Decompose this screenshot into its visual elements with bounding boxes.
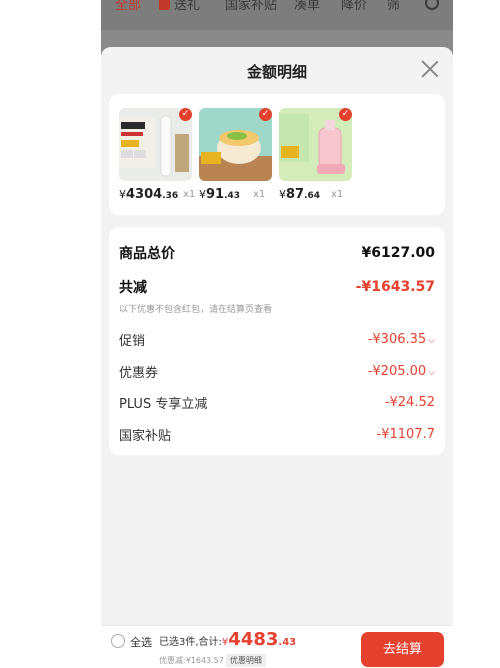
product-item[interactable]: ✓ ¥4304.36 x1 [109,108,195,208]
select-all-label[interactable]: 全选 [130,634,152,650]
row-national-subsidy: 国家补贴 -¥1107.7 [119,425,435,444]
discount-note: 以下优惠不包含红包，请在结算页查看 [119,305,273,315]
coupon-label: 优惠券 [119,366,159,381]
plus-discount-label: PLUS 专享立减 [119,397,208,412]
chevron-down-icon: ⌵ [428,336,435,346]
checkout-bar: 全选 已选3件,合计:¥4483.43 优惠减:¥1643.57 优惠明细 去结算 [101,625,453,668]
top-category-nav: 全部 送礼 国家补贴 凑单 降价 筛 [101,0,453,22]
total-reduction-label: 共减 [119,280,147,296]
product-image-tower-fan: ✓ [119,108,192,181]
tab-add-on[interactable]: 凑单 [294,0,320,13]
row-promotion[interactable]: 促销 -¥306.35 ⌵ [119,330,435,349]
selected-count-label: 已选3件,合计: [159,637,222,648]
product-price: ¥91.43 [199,187,241,202]
product-item[interactable]: ✓ ¥91.43 x1 [189,108,272,208]
product-price: ¥87.64 [279,187,321,202]
product-image-electric-cooker: ✓ [199,108,272,181]
national-subsidy-value: -¥1107.7 [376,427,435,442]
selected-total: 已选3件,合计:¥4483.43 [159,629,296,650]
gift-icon [159,0,170,10]
close-icon[interactable] [421,60,439,78]
product-quantity: x1 [253,189,266,200]
discount-detail-chip[interactable]: 优惠明细 [225,654,266,667]
product-item[interactable]: ✓ ¥87.64 x1 [269,108,352,208]
tab-all[interactable]: 全部 [115,0,141,13]
selected-check-icon[interactable]: ✓ [339,108,352,121]
phone-screen: 全部 送礼 国家补贴 凑单 降价 筛 金额明细 ✓ ¥4304.36 x1 ✓ … [101,0,453,668]
row-total-price: 商品总价 ¥6127.00 [119,243,435,263]
national-subsidy-label: 国家补贴 [119,429,172,444]
total-reduction-value: -¥1643.57 [355,279,435,295]
promotion-value: -¥306.35 ⌵ [367,332,435,347]
tab-national-subsidy[interactable]: 国家补贴 [225,0,277,13]
total-price-value: ¥6127.00 [361,245,435,261]
price-summary-card: 商品总价 ¥6127.00 共减 -¥1643.57 以下优惠不包含红包，请在结… [109,227,445,455]
row-plus-discount: PLUS 专享立减 -¥24.52 [119,393,435,412]
product-image-juicer: ✓ [279,108,352,181]
total-price-label: 商品总价 [119,246,175,262]
plus-discount-value: -¥24.52 [384,395,435,410]
checkout-button[interactable]: 去结算 [361,632,444,667]
tab-gift-label: 送礼 [174,0,201,13]
coupon-value: -¥205.00 ⌵ [367,364,435,379]
row-total-reduction: 共减 -¥1643.57 [119,277,435,297]
chevron-down-icon: ⌵ [428,368,435,378]
tab-price-drop[interactable]: 降价 [341,0,367,13]
discount-summary: 优惠减:¥1643.57 优惠明细 [159,654,266,667]
promotion-label: 促销 [119,334,146,349]
tab-filter[interactable]: 筛 [387,0,400,13]
search-icon[interactable] [425,0,439,10]
amount-detail-sheet: 金额明细 ✓ ¥4304.36 x1 ✓ ¥91.43 x1 ✓ ¥87.64 … [101,47,453,668]
row-coupon[interactable]: 优惠券 -¥205.00 ⌵ [119,362,435,381]
product-quantity: x1 [331,189,344,200]
select-all-radio[interactable] [111,634,125,648]
total-amount: 4483 [228,629,279,650]
sheet-title: 金额明细 [246,63,307,81]
tab-gift[interactable]: 送礼 [159,0,200,13]
discount-amount-text: 优惠减:¥1643.57 [159,656,224,665]
total-amount-decimal: .43 [278,637,297,648]
products-card: ✓ ¥4304.36 x1 ✓ ¥91.43 x1 ✓ ¥87.64 x1 [109,94,445,215]
